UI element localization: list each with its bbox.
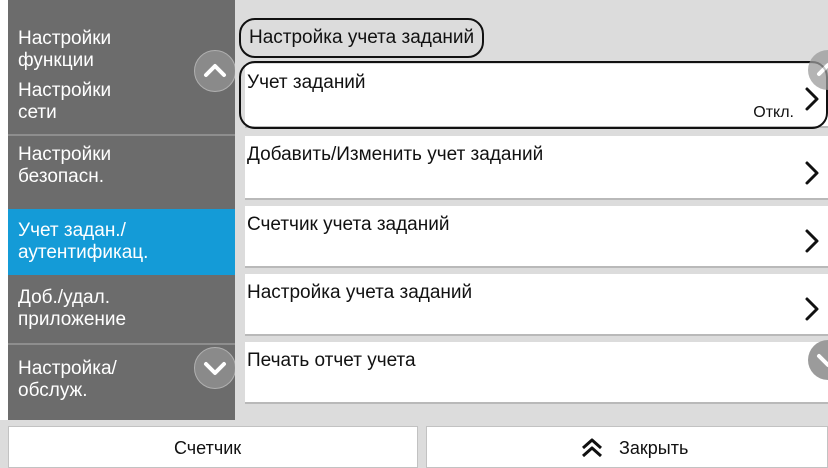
sidebar-item-label: безопасн. [18,166,105,187]
footer-bar: Счетчик Закрыть [0,420,828,468]
sidebar-item-label: Настройки [18,28,112,49]
sidebar-item-label: Доб./удал. [18,287,110,308]
divider [8,343,235,345]
sidebar-item-add-remove-application[interactable]: Доб./удал. приложение [8,281,235,343]
selection-outline [239,61,828,129]
list-item-job-accounting-counter[interactable]: Счетчик учета заданий [245,206,828,266]
sidebar-scroll-down-button[interactable] [194,347,235,389]
list-item-label: Печать отчет учета [247,350,416,371]
sidebar-item-label: приложение [18,309,127,330]
list-item-job-accounting-settings[interactable]: Настройка учета заданий [245,274,828,334]
chevron-right-icon [805,229,819,253]
list-item-add-edit-job-accounting[interactable]: Добавить/Изменить учет заданий [245,136,828,198]
sidebar-item-label: Учет задан./ [18,220,126,241]
main-panel: Настройка учета заданий Учет заданий Отк… [235,0,828,420]
sidebar-item-label: аутентификац. [18,242,149,263]
double-chevron-up-icon [582,438,602,458]
sidebar-item-label: сети [18,102,57,123]
list-item-label: Добавить/Изменить учет заданий [247,144,544,165]
sidebar: Настройки функции Настройки сети Настрой… [8,0,235,420]
chevron-right-icon [805,161,819,185]
sidebar-item-label: Настройки [18,144,112,165]
close-button[interactable]: Закрыть [426,426,828,468]
list-item-label: Счетчик учета заданий [247,214,450,235]
divider [8,134,235,136]
close-button-label: Закрыть [619,438,689,458]
page-title: Настройка учета заданий [239,18,485,58]
list-scroll-down-button[interactable] [808,340,828,380]
list-scroll-up-button[interactable] [808,50,828,90]
sidebar-item-job-accounting[interactable]: Учет задан./ аутентификац. [8,209,235,275]
chevron-up-icon [204,64,226,77]
chevron-down-icon [204,362,226,375]
chevron-up-icon [817,63,828,76]
chevron-down-icon [817,354,828,367]
chevron-right-icon [805,297,819,321]
sidebar-item-security-settings[interactable]: Настройки безопасн. [8,138,235,200]
sidebar-scroll-up-button[interactable] [194,50,235,92]
counter-button[interactable]: Счетчик [8,426,418,468]
counter-button-label: Счетчик [174,438,242,458]
list-item-print-accounting-report[interactable]: Печать отчет учета [245,342,828,402]
list-item-label: Настройка учета заданий [247,282,473,303]
